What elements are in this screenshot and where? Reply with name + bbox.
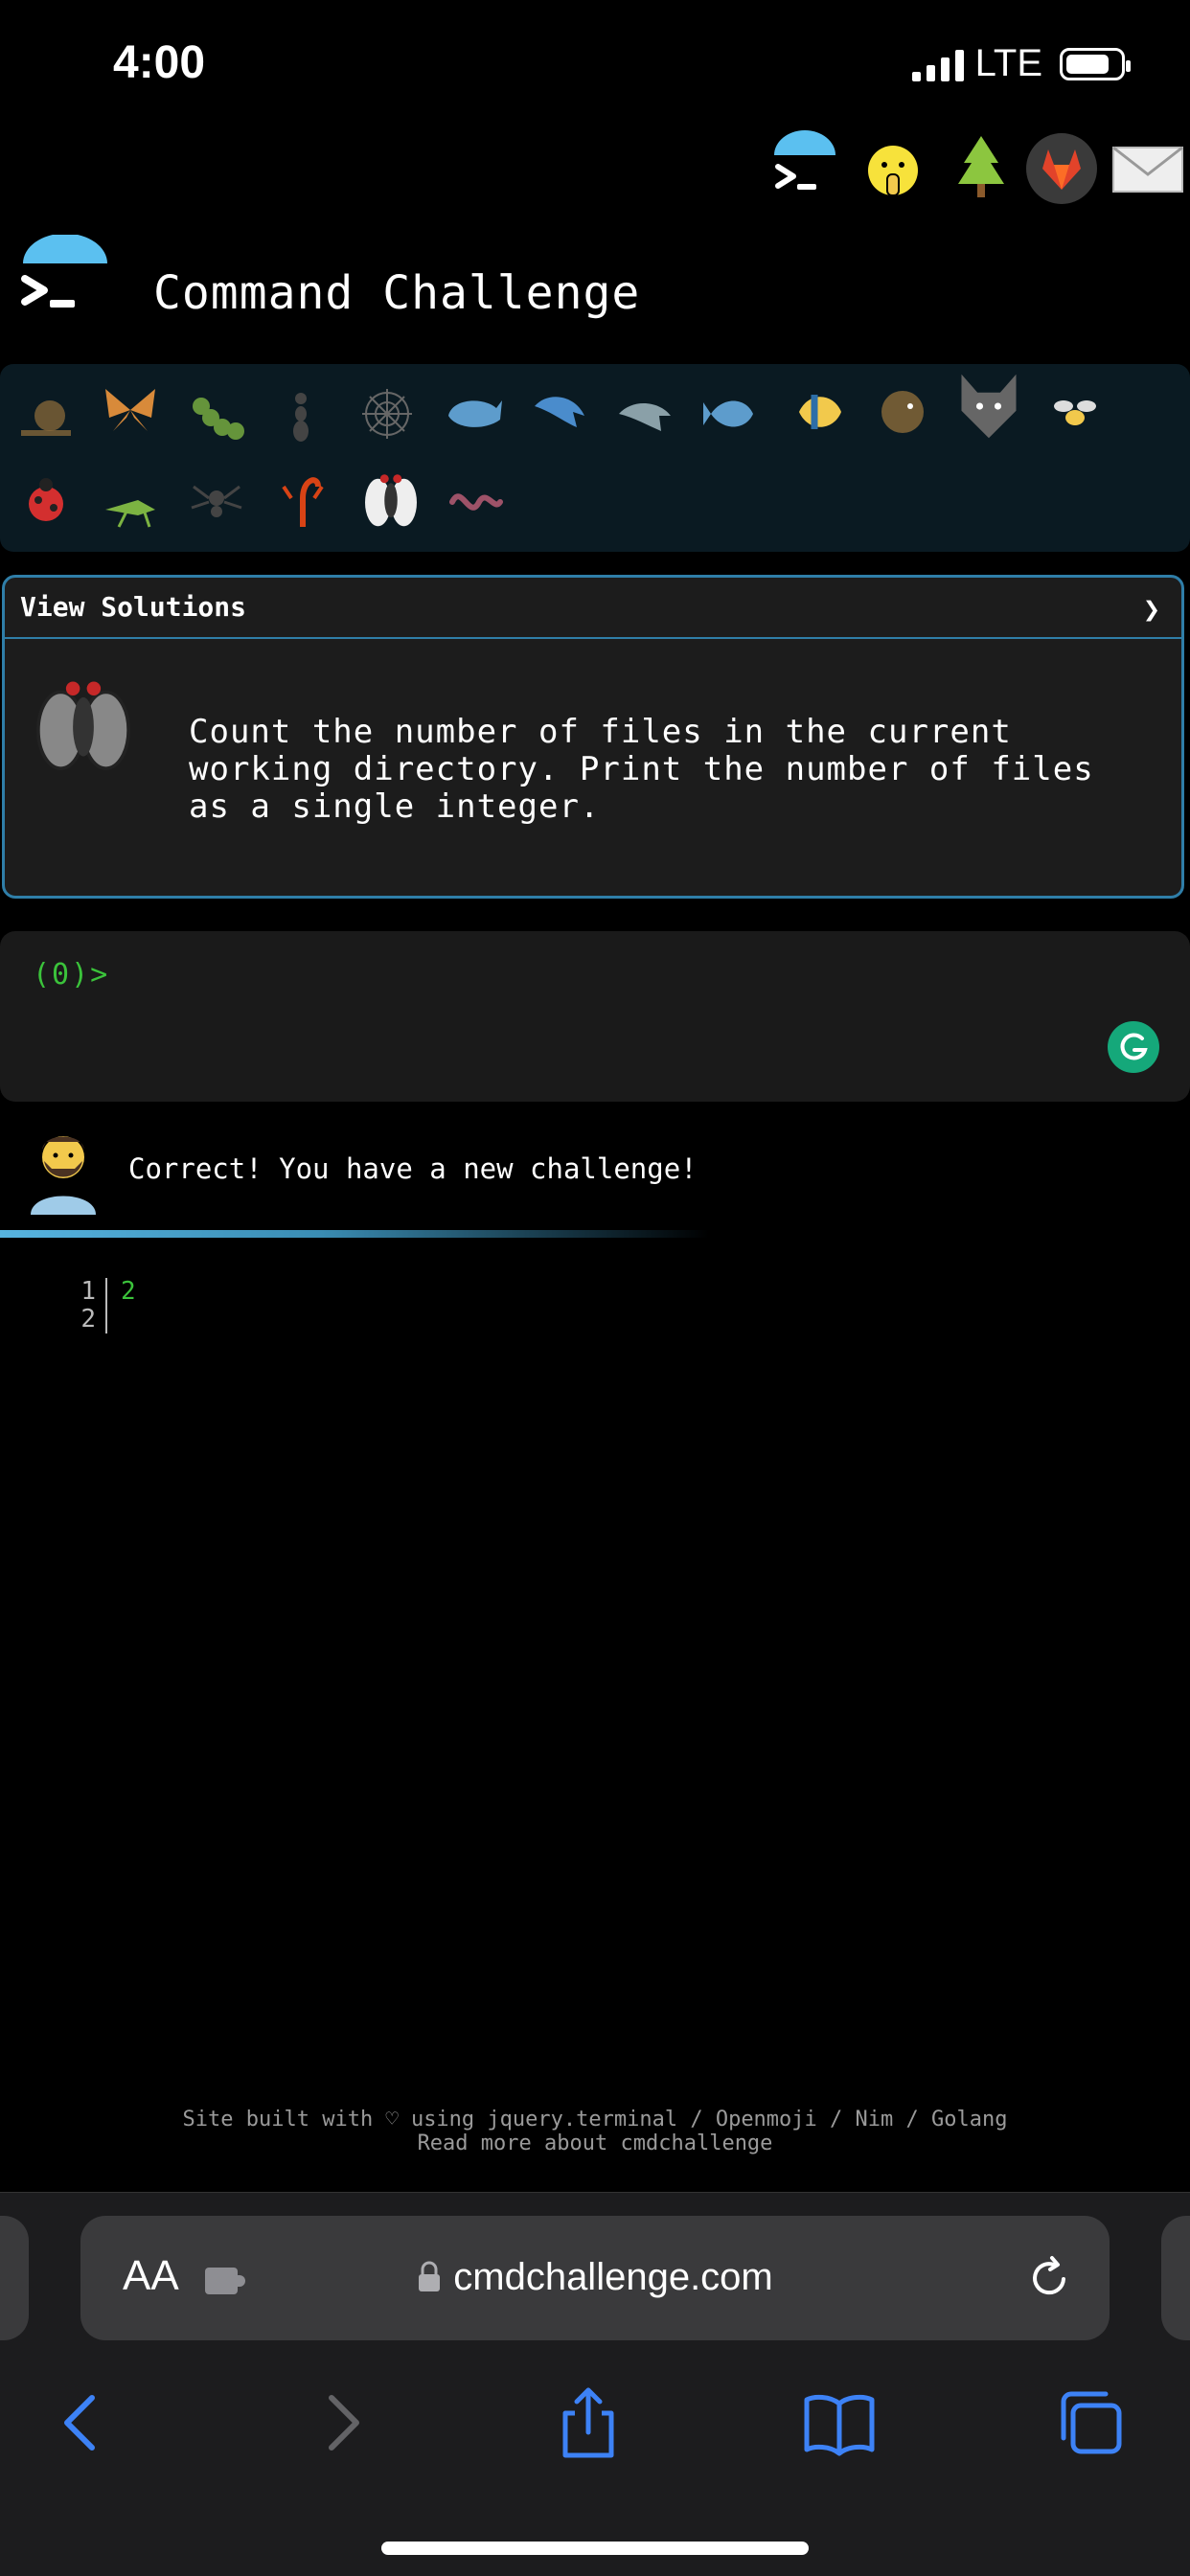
challenge-panel: View Solutions ❯ Count the number of fil…: [2, 575, 1184, 899]
shushing-face-icon[interactable]: [855, 130, 931, 207]
site-footer: Site built with ♡ using jquery.terminal …: [0, 2108, 1190, 2155]
lock-icon: [419, 2261, 441, 2291]
line-text: 2: [121, 1277, 136, 1306]
spider-icon[interactable]: [186, 469, 247, 531]
gitlab-icon[interactable]: [1023, 130, 1100, 207]
dolphin-gray-icon[interactable]: [615, 385, 676, 446]
butterfly-icon[interactable]: [100, 379, 161, 441]
terminal-prompt: (0)>: [33, 958, 110, 992]
wolf-icon[interactable]: [952, 370, 1025, 443]
cmd-logo-icon[interactable]: [767, 130, 843, 207]
line-number: 2: [79, 1306, 107, 1334]
fly-icon[interactable]: [356, 464, 425, 533]
ladybug-icon[interactable]: [15, 469, 77, 531]
scorpion-icon[interactable]: [272, 469, 333, 531]
divider: [0, 1230, 709, 1238]
footer-credits[interactable]: Site built with ♡ using jquery.terminal …: [0, 2108, 1190, 2131]
chevron-right-icon[interactable]: ❯: [1143, 593, 1160, 627]
dolphin-icon[interactable]: [529, 383, 590, 445]
previous-tab[interactable]: [0, 2216, 29, 2340]
chat-message: Correct! You have a new challenge!: [128, 1152, 698, 1185]
caterpillar-icon[interactable]: [188, 385, 249, 446]
fish-icon[interactable]: [701, 383, 763, 445]
avatar: [31, 1136, 96, 1215]
line-number: 1: [79, 1278, 107, 1306]
page-title: Command Challenge: [153, 266, 641, 320]
tree-icon[interactable]: [943, 130, 1019, 207]
ant-icon[interactable]: [270, 385, 332, 446]
bee-icon[interactable]: [1044, 383, 1106, 445]
address-bar[interactable]: AA cmdchallenge.com: [80, 2216, 1110, 2340]
network-label: LTE: [974, 42, 1042, 84]
spiderweb-icon[interactable]: [356, 383, 418, 445]
output-line: 1 2: [79, 1278, 136, 1306]
tropical-fish-icon[interactable]: [788, 381, 849, 443]
tabs-icon[interactable]: [1052, 2384, 1129, 2461]
terminal-input-area[interactable]: (0)>: [0, 931, 1190, 1102]
signal-icon: [911, 47, 964, 81]
line-text: [107, 1306, 121, 1334]
terminal-output: 1 2 2: [79, 1278, 136, 1334]
challenge-icon-strip: [0, 364, 1190, 552]
fly-icon: [36, 681, 130, 770]
url-text[interactable]: cmdchallenge.com: [80, 2256, 1110, 2299]
worm-icon[interactable]: [445, 473, 506, 535]
battery-icon: [1060, 47, 1131, 80]
status-time: 4:00: [113, 37, 206, 88]
view-solutions-header[interactable]: View Solutions ❯: [5, 578, 1181, 639]
view-solutions-label[interactable]: View Solutions: [20, 591, 246, 623]
top-icon-bar: [767, 130, 1183, 207]
status-right: LTE: [911, 42, 1131, 85]
challenge-description: Count the number of files in the current…: [189, 713, 1094, 826]
app-logo-icon: [21, 235, 107, 308]
safari-toolbar: AA cmdchallenge.com: [0, 2192, 1190, 2576]
next-tab[interactable]: [1161, 2216, 1190, 2340]
mail-icon[interactable]: [1110, 130, 1186, 207]
snail-icon[interactable]: [15, 383, 77, 445]
grammarly-icon[interactable]: [1108, 1021, 1159, 1073]
reload-icon[interactable]: [1025, 2254, 1073, 2302]
back-icon[interactable]: [44, 2384, 121, 2461]
share-icon[interactable]: [550, 2384, 627, 2461]
forward-icon[interactable]: [303, 2384, 379, 2461]
cricket-icon[interactable]: [100, 471, 161, 533]
blowfish-icon[interactable]: [872, 381, 933, 443]
footer-read-more-link[interactable]: Read more about cmdchallenge: [0, 2131, 1190, 2155]
whale-icon[interactable]: [443, 381, 504, 443]
bookmarks-icon[interactable]: [801, 2384, 878, 2461]
url-label[interactable]: cmdchallenge.com: [453, 2256, 773, 2298]
output-line: 2: [79, 1306, 136, 1334]
home-indicator[interactable]: [381, 2542, 809, 2555]
